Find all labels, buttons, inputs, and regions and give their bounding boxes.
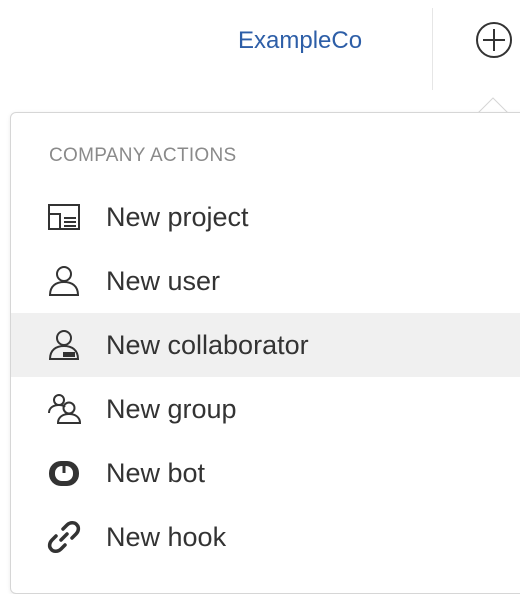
user-icon <box>45 262 83 300</box>
top-bar: ExampleCo <box>0 0 520 90</box>
menu-item-new-hook[interactable]: New hook <box>11 505 520 569</box>
company-actions-dropdown: COMPANY ACTIONS New project New user New… <box>10 112 520 594</box>
company-name-link[interactable]: ExampleCo <box>238 24 362 58</box>
project-board-icon <box>45 198 83 236</box>
menu-item-label: New group <box>106 393 237 424</box>
menu-item-label: New bot <box>106 457 206 488</box>
menu-item-new-user[interactable]: New user <box>11 249 520 313</box>
menu-item-label: New user <box>106 265 221 296</box>
menu-item-label: New hook <box>106 521 227 552</box>
actions-menu: New project New user New collaborator Ne… <box>11 185 520 569</box>
divider <box>432 8 433 90</box>
bot-icon <box>45 454 83 492</box>
menu-item-new-group[interactable]: New group <box>11 377 520 441</box>
menu-item-new-collaborator[interactable]: New collaborator <box>11 313 520 377</box>
menu-item-label: New collaborator <box>106 329 309 360</box>
plus-circle-icon <box>474 20 514 60</box>
group-icon <box>45 390 83 428</box>
link-icon <box>45 518 83 556</box>
menu-item-new-project[interactable]: New project <box>11 185 520 249</box>
section-label: COMPANY ACTIONS <box>49 145 237 166</box>
menu-item-label: New project <box>106 201 249 232</box>
add-button[interactable] <box>474 20 514 60</box>
collaborator-icon <box>45 326 83 364</box>
menu-item-new-bot[interactable]: New bot <box>11 441 520 505</box>
